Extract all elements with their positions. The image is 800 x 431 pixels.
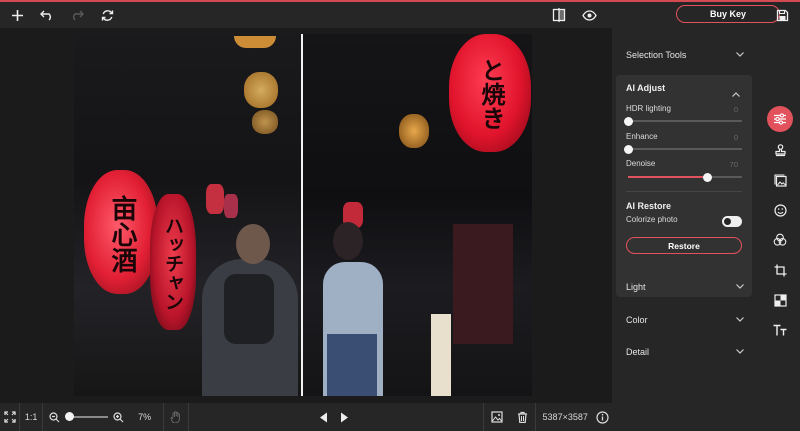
smiley-icon[interactable] [767,197,793,223]
ai-adjust-card: AI Adjust HDR lighting 0 Enhance 0 Denoi… [616,75,752,297]
chevron-down-icon [736,49,744,59]
separator [41,403,43,431]
colorize-toggle[interactable] [722,216,742,227]
section-label: Detail [626,347,650,357]
sliders-icon[interactable] [767,106,793,132]
info-icon[interactable] [592,403,611,431]
hdr-lighting-label: HDR lighting [626,104,671,113]
lantern-right-text: と焼き [477,58,506,130]
compare-icon[interactable] [544,2,574,28]
right-header: Buy Key [612,2,800,28]
section-detail[interactable]: Detail [612,339,762,365]
redo-icon[interactable] [62,2,92,28]
enhance-slider[interactable] [624,144,742,154]
next-icon[interactable] [334,403,355,431]
section-selection-tools[interactable]: Selection Tools [612,42,762,68]
aspect-icon[interactable] [767,287,793,313]
lantern-mid-text: ハッチャン [162,215,184,311]
image-dimensions: 5387×3587 [542,412,588,422]
zoom-percent: 7% [138,412,152,422]
photo-after-half: と焼き [303,34,532,396]
separator [534,403,536,431]
divider [626,191,742,192]
person-jeans [327,334,377,396]
colorize-photo-label: Colorize photo [626,215,678,224]
enhance-label: Enhance [626,132,658,141]
denoise-label: Denoise [626,159,656,168]
denoise-slider[interactable] [628,172,742,182]
section-label: Selection Tools [626,50,687,60]
chevron-down-icon [736,314,744,324]
undo-icon[interactable] [32,2,62,28]
eye-icon[interactable] [574,2,604,28]
image-icon[interactable] [484,403,509,431]
small-lantern [399,114,429,148]
tool-rail [762,28,800,431]
plus-icon[interactable] [2,2,32,28]
adjustments-panel: Selection Tools AI Adjust HDR lighting 0… [612,28,762,431]
chevron-up-icon[interactable] [732,84,740,102]
ceiling-lantern [234,36,276,48]
sync-icon[interactable] [92,2,122,28]
hdr-lighting-slider[interactable] [624,116,742,126]
bottom-bar: 1:1 7% 5387×3587 [0,403,612,431]
denoise-value: 70 [729,160,738,169]
prev-icon[interactable] [313,403,334,431]
one-to-one-button[interactable]: 1:1 [20,403,41,431]
photo-preview[interactable]: 亩心酒 ハッチャン と焼き [74,34,532,396]
image-canvas: 亩心酒 ハッチャン と焼き [0,28,612,403]
fit-screen-icon[interactable] [0,403,19,431]
person-head [236,224,270,264]
photo-before-half: 亩心酒 ハッチャン [74,34,302,396]
trash-icon[interactable] [510,403,535,431]
slider-fill [628,176,708,178]
compare-divider[interactable] [301,34,303,396]
section-label: Light [626,282,646,292]
zoom-slider-track[interactable] [68,416,108,418]
crop-icon[interactable] [767,257,793,283]
separator [187,403,189,431]
view-controls [544,2,604,28]
text-icon[interactable] [767,317,793,343]
save-icon[interactable] [767,2,797,28]
backpack [224,274,274,344]
chevron-down-icon [736,346,744,356]
section-light[interactable]: Light [612,274,762,300]
chevron-down-icon [736,281,744,291]
app-window: Buy Key 亩心酒 ハッチャン と焼き 1:1 7% 5387×3587 S… [0,0,800,431]
color-circles-icon[interactable] [767,227,793,253]
small-lantern [244,72,278,108]
ai-adjust-title: AI Adjust [626,83,666,93]
slider-knob[interactable] [624,116,633,126]
ai-restore-title: AI Restore [626,201,672,211]
section-label: Color [626,315,648,325]
zoom-in-icon[interactable] [110,403,126,431]
enhance-value: 0 [733,133,738,142]
distant-lantern [206,184,224,214]
zoom-slider-knob[interactable] [65,412,74,421]
top-toolbar [0,2,612,28]
slider-knob[interactable] [624,144,633,154]
slider-knob[interactable] [703,172,713,182]
hand-icon[interactable] [164,403,187,431]
hdr-lighting-value: 0 [733,105,738,114]
lantern-left-text: 亩心酒 [107,195,137,273]
toggle-knob [724,218,731,225]
distant-lantern [224,194,238,218]
buy-key-button[interactable]: Buy Key [676,5,780,23]
section-color[interactable]: Color [612,307,762,333]
red-banner [453,224,513,344]
small-lantern [252,110,278,134]
image-adjust-icon[interactable] [767,167,793,193]
stamp-icon[interactable] [767,137,793,163]
person-head [333,222,363,260]
signpost [431,314,451,396]
restore-button[interactable]: Restore [626,237,742,254]
zoom-out-icon[interactable] [47,403,63,431]
